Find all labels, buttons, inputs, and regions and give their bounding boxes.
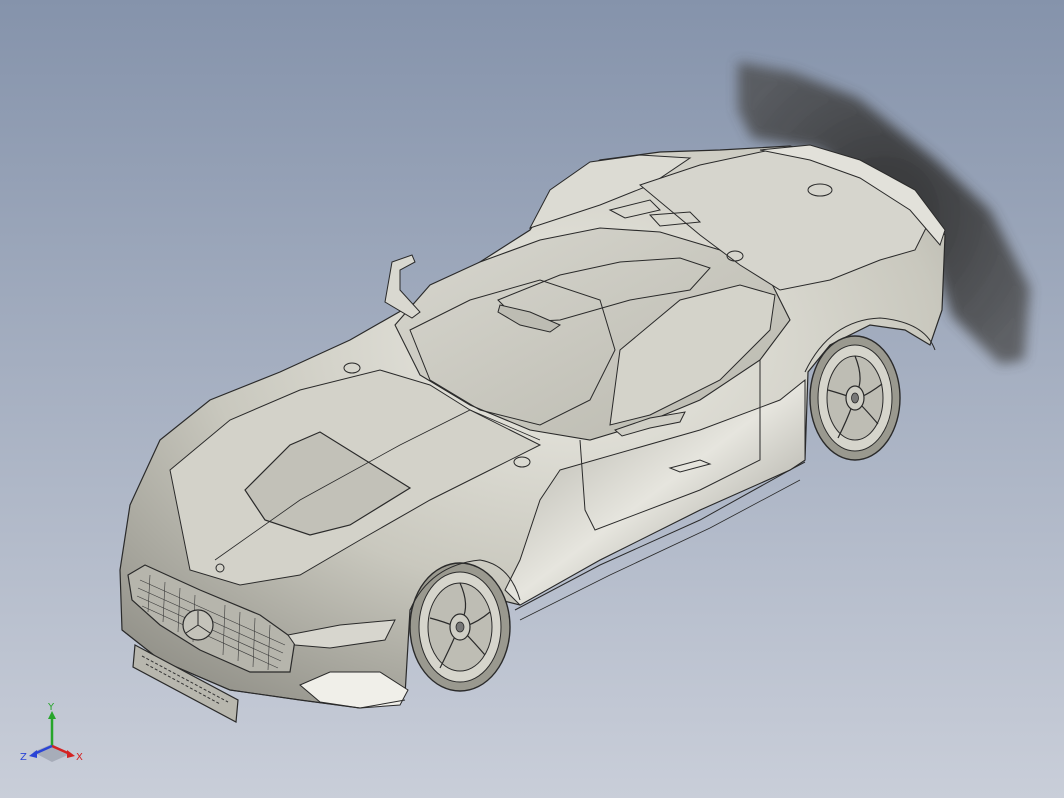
triad-x-arrow-icon [67, 750, 75, 758]
view-orientation-triad[interactable]: Y X Z [18, 702, 88, 772]
triad-z-label: Z [20, 752, 27, 763]
front-wheel [409, 562, 511, 692]
triad-x-label: X [76, 752, 83, 763]
cad-graphics-viewport[interactable]: Y X Z [0, 0, 1064, 798]
car-model-scene[interactable] [0, 0, 1064, 798]
tow-hook [384, 254, 421, 319]
triad-z-arrow-icon [29, 750, 37, 758]
triad-y-label: Y [47, 702, 55, 713]
rear-wheel [809, 335, 901, 461]
